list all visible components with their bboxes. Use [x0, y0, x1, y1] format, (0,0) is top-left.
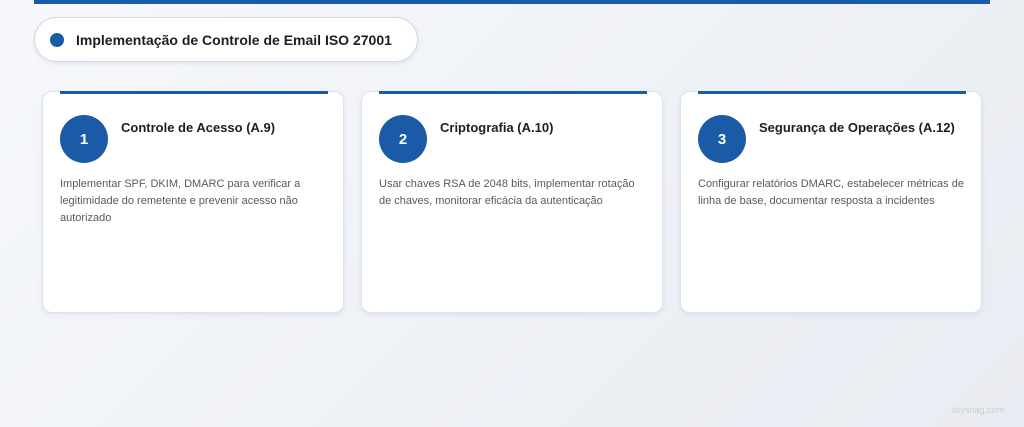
card-title: Segurança de Operações (A.12)	[759, 120, 955, 135]
card-accent-bar	[60, 91, 328, 94]
page-title: Implementação de Controle de Email ISO 2…	[76, 31, 392, 48]
card-accent-bar	[698, 91, 966, 94]
card-operations-security: 3 Segurança de Operações (A.12) Configur…	[680, 91, 982, 313]
top-accent-bar	[34, 0, 990, 4]
card-description: Configurar relatórios DMARC, estabelecer…	[698, 178, 964, 207]
title-dot-icon	[50, 32, 64, 47]
card-description: Usar chaves RSA de 2048 bits, implementa…	[379, 178, 635, 207]
card-number-badge: 3	[698, 115, 746, 163]
card-cryptography: 2 Criptografia (A.10) Usar chaves RSA de…	[361, 91, 663, 313]
card-access-control: 1 Controle de Acesso (A.9) Implementar S…	[42, 91, 344, 313]
watermark: skysnag.com	[951, 405, 1004, 415]
card-description: Implementar SPF, DKIM, DMARC para verifi…	[60, 178, 301, 224]
card-accent-bar	[379, 91, 647, 94]
card-title: Criptografia (A.10)	[440, 120, 554, 135]
card-number-badge: 2	[379, 115, 427, 163]
page-title-pill: Implementação de Controle de Email ISO 2…	[34, 17, 418, 62]
card-title: Controle de Acesso (A.9)	[121, 120, 276, 135]
card-number-badge: 1	[60, 115, 108, 163]
